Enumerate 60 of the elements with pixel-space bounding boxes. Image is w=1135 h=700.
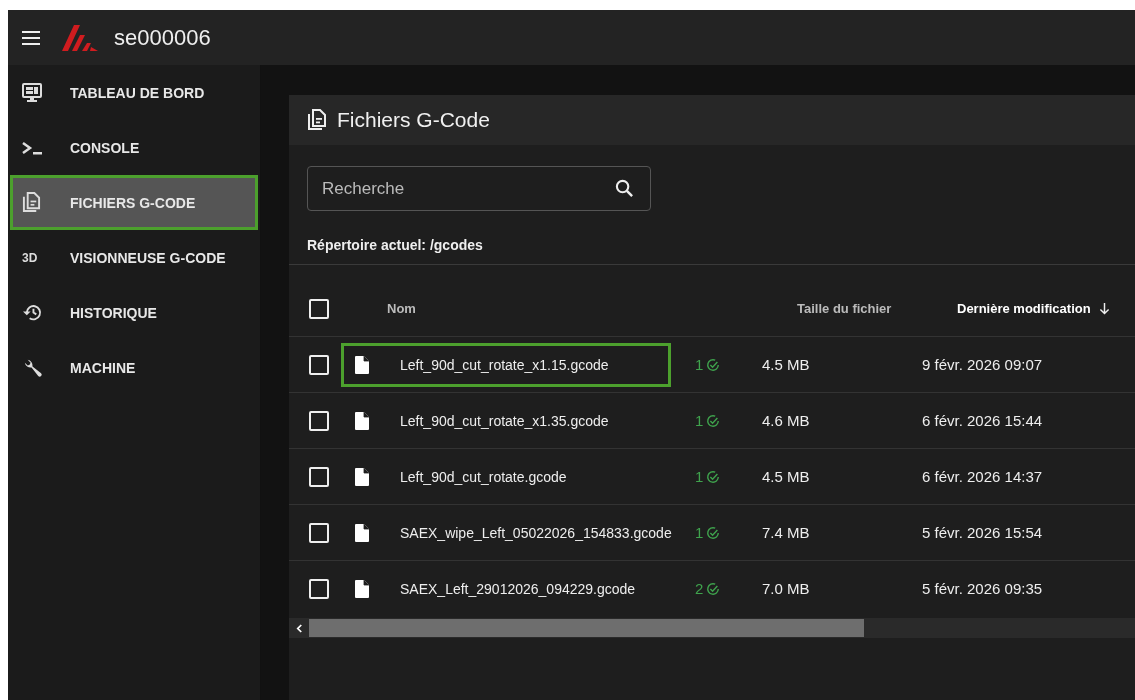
app-title: se000006 xyxy=(114,24,211,51)
file-size: 4.5 MB xyxy=(762,468,811,485)
check-circle-icon xyxy=(706,413,721,428)
terminal-icon xyxy=(22,140,44,155)
sidebar-item[interactable]: HISTORIQUE xyxy=(10,285,258,340)
history-icon xyxy=(22,303,43,322)
file-icon xyxy=(354,578,370,599)
monitor-icon xyxy=(22,82,42,103)
checkbox[interactable] xyxy=(309,298,329,319)
sidebar-item[interactable]: MACHINE xyxy=(10,340,258,395)
check-circle-icon xyxy=(706,357,721,372)
menu-icon[interactable] xyxy=(22,30,40,45)
modified-date: 6 févr. 2026 15:44 xyxy=(922,412,1043,429)
check-circle-icon xyxy=(706,525,721,540)
modified-date: 5 févr. 2026 09:35 xyxy=(922,580,1043,597)
file-icon xyxy=(354,522,370,543)
sidebar-item[interactable]: TABLEAU DE BORD xyxy=(10,65,258,120)
file-size: 4.5 MB xyxy=(762,356,811,373)
file-icon xyxy=(354,466,370,487)
column-header[interactable]: Taille du fichier xyxy=(797,301,892,316)
checkbox[interactable] xyxy=(309,522,329,543)
check-circle-icon xyxy=(706,581,721,596)
sort-arrow-icon[interactable] xyxy=(1098,302,1110,315)
checkbox[interactable] xyxy=(309,578,329,599)
files-icon xyxy=(22,192,41,213)
checkbox[interactable] xyxy=(309,354,329,375)
print-count: 1 xyxy=(695,468,704,485)
print-count: 1 xyxy=(695,412,704,429)
print-count: 1 xyxy=(695,524,704,541)
3d-icon: 3D xyxy=(22,250,38,265)
checkbox[interactable] xyxy=(309,410,329,431)
file-name[interactable]: SAEX_Left_29012026_094229.gcode xyxy=(400,580,636,597)
file-icon xyxy=(354,410,370,431)
print-count: 1 xyxy=(695,356,704,373)
file-name[interactable]: SAEX_wipe_Left_05022026_154833.gcode xyxy=(400,524,672,541)
sidebar-item[interactable]: CONSOLE xyxy=(10,120,258,175)
modified-date: 9 févr. 2026 09:07 xyxy=(922,356,1043,373)
search-field[interactable]: Recherche xyxy=(307,166,651,211)
file-name[interactable]: Left_90d_cut_rotate_x1.35.gcode xyxy=(400,412,609,429)
logo-icon xyxy=(60,22,100,53)
modified-date: 6 févr. 2026 14:37 xyxy=(922,468,1043,485)
check-circle-icon xyxy=(706,469,721,484)
file-size: 7.0 MB xyxy=(762,580,811,597)
print-count: 2 xyxy=(695,580,704,597)
current-directory: Répertoire actuel: /gcodes xyxy=(307,237,484,255)
card-title: Fichiers G-Code xyxy=(337,108,490,132)
horizontal-scrollbar[interactable] xyxy=(289,618,1135,638)
file-size: 4.6 MB xyxy=(762,412,811,429)
modified-date: 5 févr. 2026 15:54 xyxy=(922,524,1043,541)
column-header[interactable]: Dernière modification xyxy=(957,301,1091,316)
file-icon xyxy=(354,354,370,375)
files-icon xyxy=(307,109,327,131)
column-header[interactable]: Nom xyxy=(387,301,416,316)
file-name[interactable]: Left_90d_cut_rotate.gcode xyxy=(400,468,567,485)
checkbox[interactable] xyxy=(309,466,329,487)
sidebar-item[interactable]: FICHIERS G-CODE xyxy=(10,175,258,230)
search-icon[interactable] xyxy=(615,179,634,198)
wrench-icon xyxy=(22,357,43,378)
sidebar-item[interactable]: 3D VISIONNEUSE G-CODE xyxy=(10,230,258,285)
file-size: 7.4 MB xyxy=(762,524,811,541)
